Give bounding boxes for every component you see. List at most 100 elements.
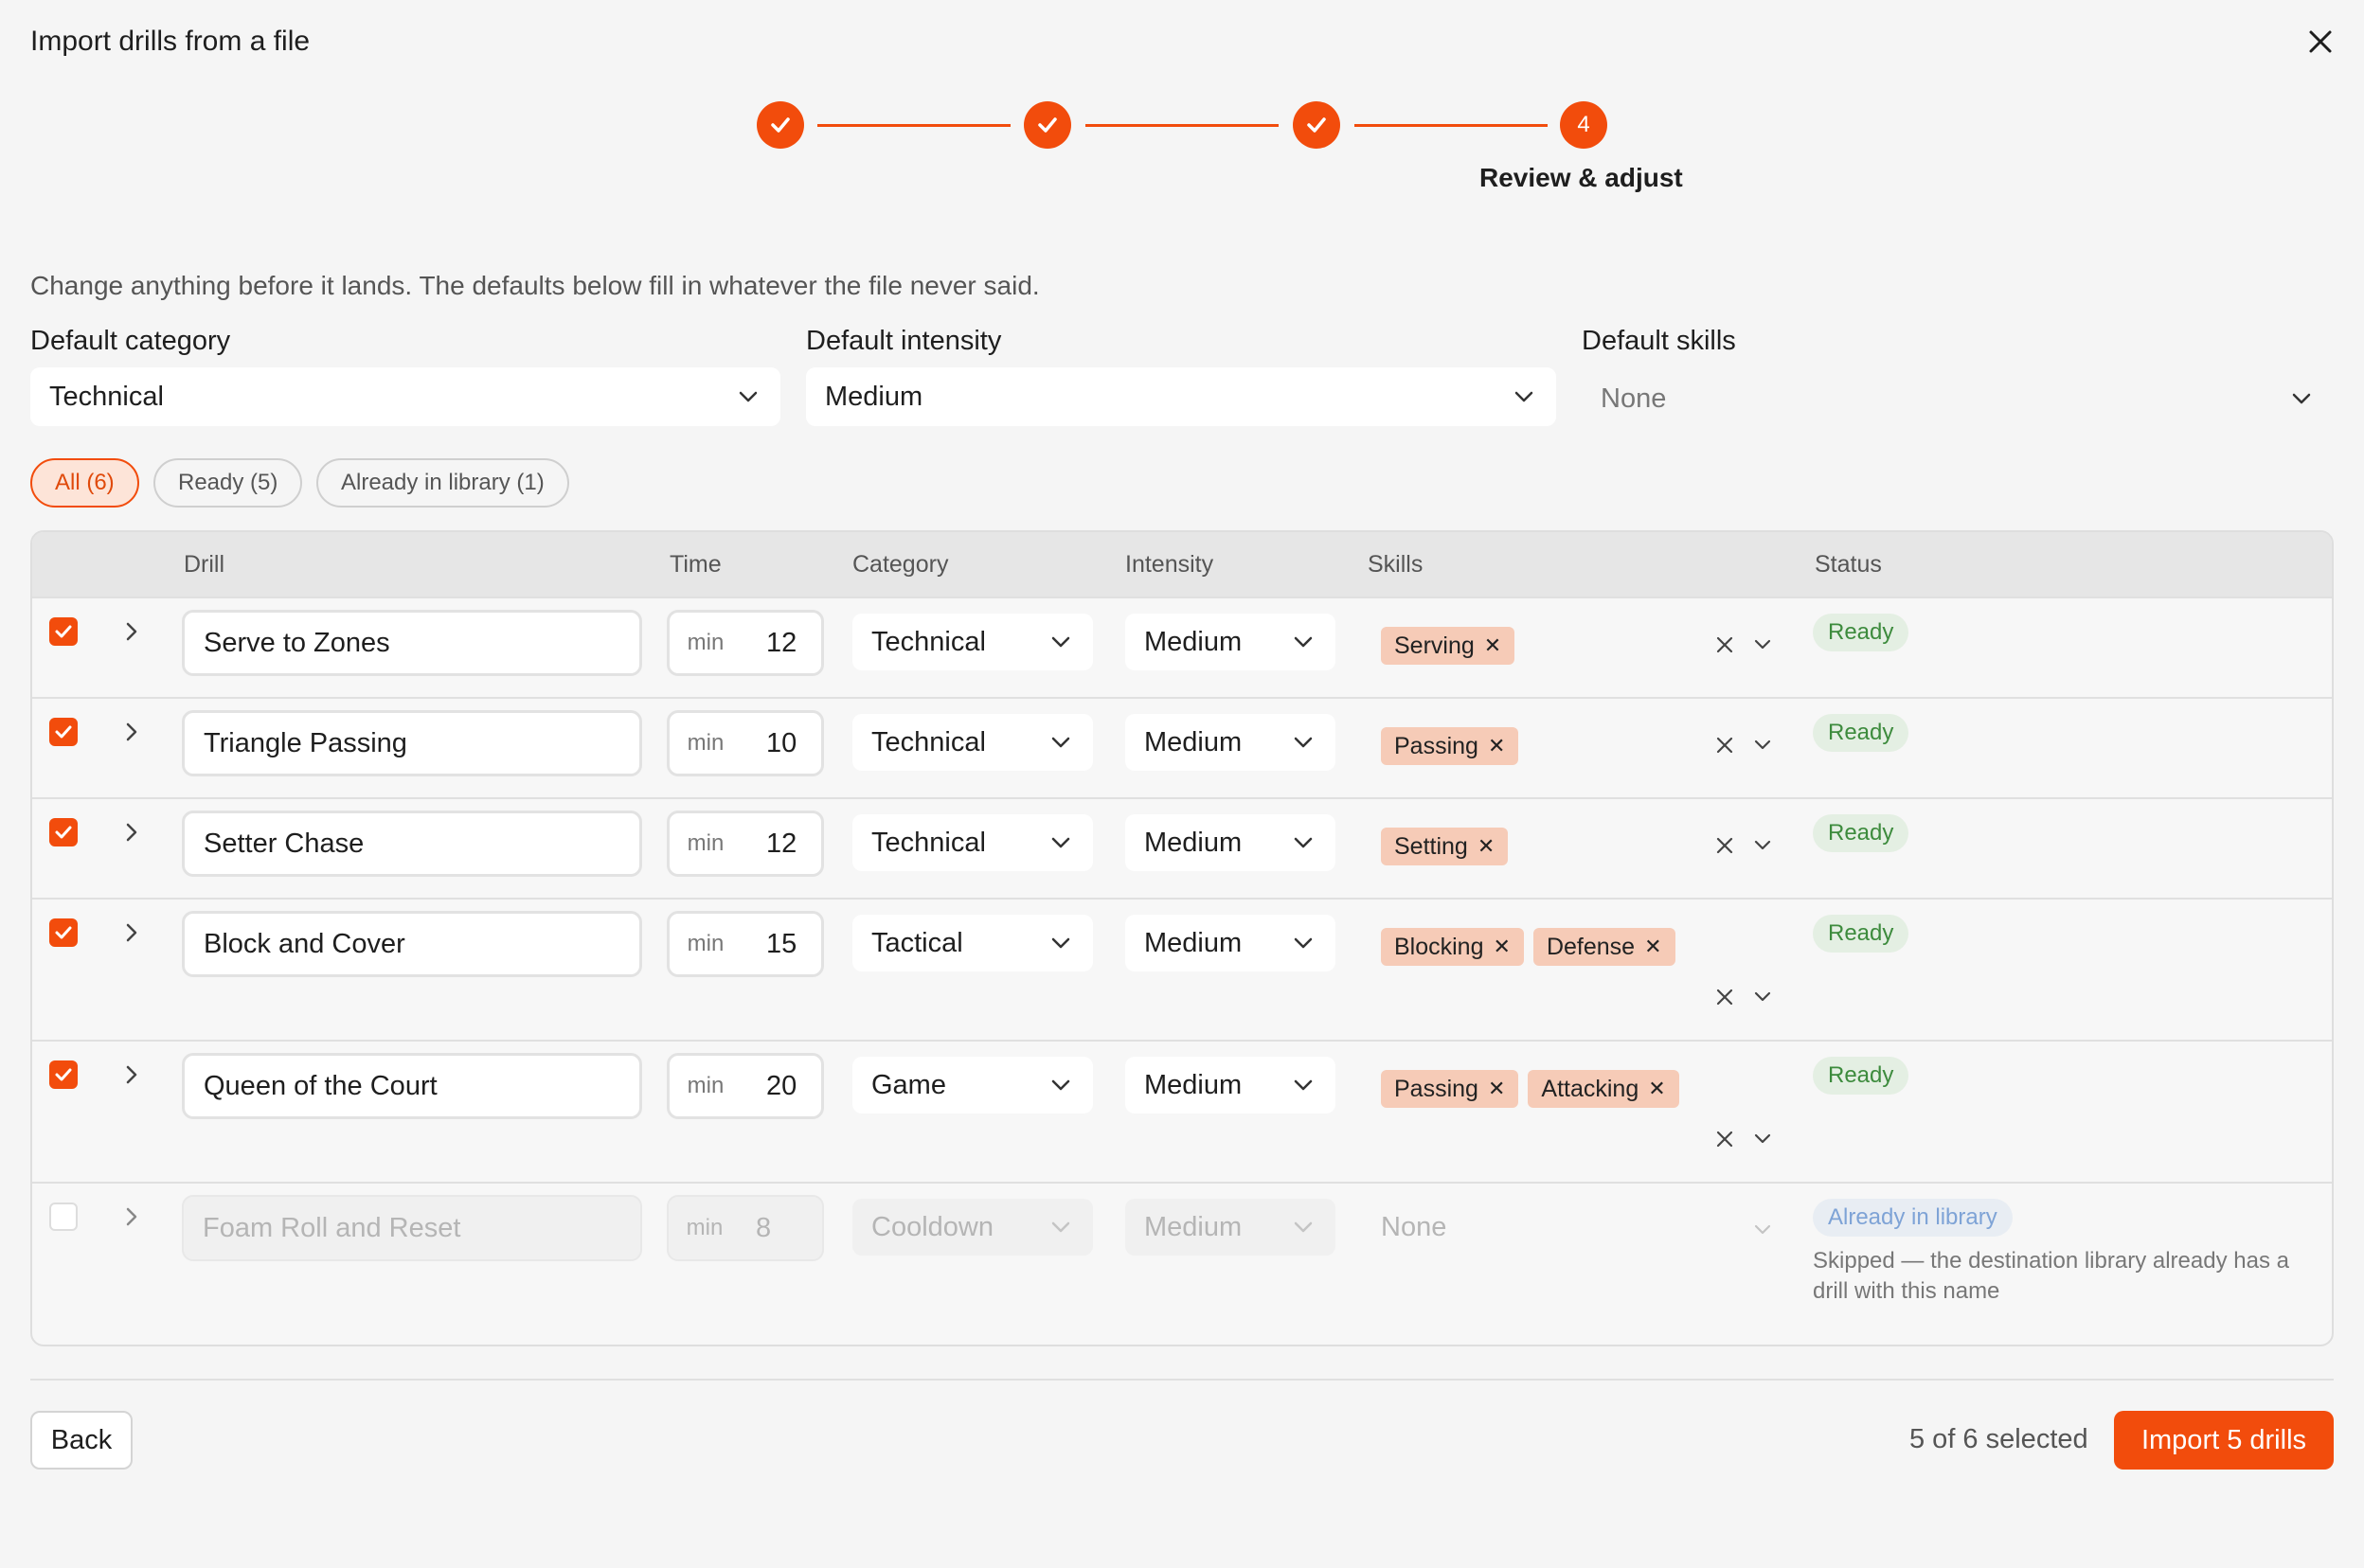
back-button[interactable]: Back <box>30 1411 133 1470</box>
intensity-select[interactable]: Medium <box>1125 1057 1335 1114</box>
remove-skill-icon[interactable]: ✕ <box>1488 1077 1505 1101</box>
remove-skill-icon[interactable]: ✕ <box>1478 834 1495 859</box>
row-checkbox[interactable] <box>49 818 78 846</box>
clear-skills-icon[interactable] <box>1710 983 1739 1011</box>
intensity-select[interactable]: Medium <box>1125 714 1335 771</box>
skills-multiselect[interactable]: Blocking ✕ Defense ✕ <box>1381 928 1685 966</box>
clear-skills-icon[interactable] <box>1710 1125 1739 1153</box>
time-unit: min <box>686 1215 724 1240</box>
skills-multiselect[interactable]: Serving ✕ <box>1381 627 1524 665</box>
remove-skill-icon[interactable]: ✕ <box>1484 633 1501 658</box>
drill-name-input[interactable]: Block and Cover <box>182 911 642 977</box>
row-checkbox[interactable] <box>49 718 78 746</box>
category-value: Game <box>871 1069 946 1100</box>
intensity-select[interactable]: Medium <box>1125 915 1335 971</box>
category-select[interactable]: Technical <box>852 614 1093 670</box>
default-category-select[interactable]: Technical <box>30 367 780 426</box>
drill-time-input[interactable]: min 12 <box>667 610 824 676</box>
dialog-title: Import drills from a file <box>30 26 311 57</box>
category-select[interactable]: Technical <box>852 814 1093 871</box>
chevron-down-icon <box>1290 729 1316 756</box>
skill-tag-label: Defense <box>1546 933 1636 960</box>
chevron-down-icon[interactable] <box>1748 1125 1777 1153</box>
remove-skill-icon[interactable]: ✕ <box>1494 935 1511 959</box>
check-icon <box>55 625 72 638</box>
chevron-down-icon <box>735 383 761 410</box>
expand-row-button[interactable] <box>117 1060 146 1089</box>
time-value: 10 <box>766 727 797 758</box>
chevron-down-icon <box>1290 629 1316 655</box>
default-skills-select[interactable]: None <box>1582 369 2334 428</box>
filter-all[interactable]: All (6) <box>30 458 139 508</box>
chevron-down-icon <box>1748 1216 1777 1244</box>
intensity-select[interactable]: Medium <box>1125 814 1335 871</box>
expand-row-button[interactable] <box>117 1203 146 1231</box>
expand-row-button[interactable] <box>117 918 146 947</box>
check-icon <box>55 926 72 939</box>
drill-time-input[interactable]: min 15 <box>667 911 824 977</box>
category-select[interactable]: Technical <box>852 714 1093 771</box>
footer-divider <box>30 1379 2334 1381</box>
row-checkbox[interactable] <box>49 918 78 947</box>
check-icon <box>1307 117 1326 133</box>
category-select[interactable]: Tactical <box>852 915 1093 971</box>
skill-tag-label: Setting <box>1394 832 1468 860</box>
row-checkbox[interactable] <box>49 1060 78 1089</box>
drill-name-input[interactable]: Queen of the Court <box>182 1053 642 1119</box>
step-connector <box>1085 124 1279 127</box>
chevron-right-icon <box>126 1065 137 1084</box>
row-checkbox[interactable] <box>49 617 78 646</box>
check-icon <box>771 117 790 133</box>
chevron-down-icon[interactable] <box>1748 983 1777 1011</box>
header-category: Category <box>852 551 949 578</box>
intensity-select[interactable]: Medium <box>1125 614 1335 670</box>
drill-time-input: min 8 <box>667 1195 824 1261</box>
category-value: Technical <box>871 827 986 858</box>
skill-tag: Passing ✕ <box>1381 727 1519 765</box>
import-button[interactable]: Import 5 drills <box>2114 1411 2334 1470</box>
chevron-down-icon <box>1290 930 1316 956</box>
filter-already-in-library[interactable]: Already in library (1) <box>316 458 569 508</box>
filter-ready[interactable]: Ready (5) <box>153 458 303 508</box>
drill-time-input[interactable]: min 10 <box>667 710 824 776</box>
skill-tag: Passing ✕ <box>1381 1070 1519 1108</box>
expand-row-button[interactable] <box>117 818 146 846</box>
default-intensity-select[interactable]: Medium <box>806 367 1556 426</box>
skill-tag-label: Blocking <box>1394 933 1484 960</box>
clear-skills-icon[interactable] <box>1710 631 1739 659</box>
chevron-right-icon <box>126 722 137 741</box>
close-button[interactable] <box>2301 23 2339 61</box>
skills-multiselect[interactable]: Passing ✕ <box>1381 727 1528 765</box>
step-4-label: Review & adjust <box>1479 163 1683 192</box>
status-badge: Ready <box>1813 814 1909 852</box>
remove-skill-icon[interactable]: ✕ <box>1648 1077 1665 1101</box>
step-1-complete <box>757 101 804 149</box>
drill-name-input[interactable]: Serve to Zones <box>182 610 642 676</box>
chevron-down-icon[interactable] <box>1748 831 1777 860</box>
drill-time-input[interactable]: min 20 <box>667 1053 824 1119</box>
skills-placeholder: None <box>1381 1212 1447 1242</box>
skills-multiselect[interactable]: Passing ✕ Attacking ✕ <box>1381 1070 1689 1108</box>
chevron-down-icon[interactable] <box>1748 731 1777 759</box>
row-checkbox[interactable] <box>49 1203 78 1231</box>
time-unit: min <box>687 1073 725 1098</box>
chevron-down-icon[interactable] <box>1748 631 1777 659</box>
drill-time-input[interactable]: min 12 <box>667 811 824 877</box>
expand-row-button[interactable] <box>117 617 146 646</box>
clear-skills-icon[interactable] <box>1710 731 1739 759</box>
chevron-down-icon <box>1048 930 1074 956</box>
table-header: Drill Time Category Intensity Skills Sta… <box>32 532 2332 597</box>
drill-name-input[interactable]: Triangle Passing <box>182 710 642 776</box>
clear-skills-icon[interactable] <box>1710 831 1739 860</box>
remove-skill-icon[interactable]: ✕ <box>1644 935 1661 959</box>
skills-multiselect: None <box>1381 1212 1446 1243</box>
remove-skill-icon[interactable]: ✕ <box>1488 734 1505 758</box>
category-select[interactable]: Game <box>852 1057 1093 1114</box>
skills-multiselect[interactable]: Setting ✕ <box>1381 828 1517 865</box>
category-value: Tactical <box>871 927 963 958</box>
expand-row-button[interactable] <box>117 718 146 746</box>
table-row: Block and Cover min 15 Tactical Medium Bl… <box>32 898 2332 1040</box>
drill-name-input[interactable]: Setter Chase <box>182 811 642 877</box>
category-value: Technical <box>871 626 986 657</box>
status-badge: Ready <box>1813 1057 1909 1095</box>
